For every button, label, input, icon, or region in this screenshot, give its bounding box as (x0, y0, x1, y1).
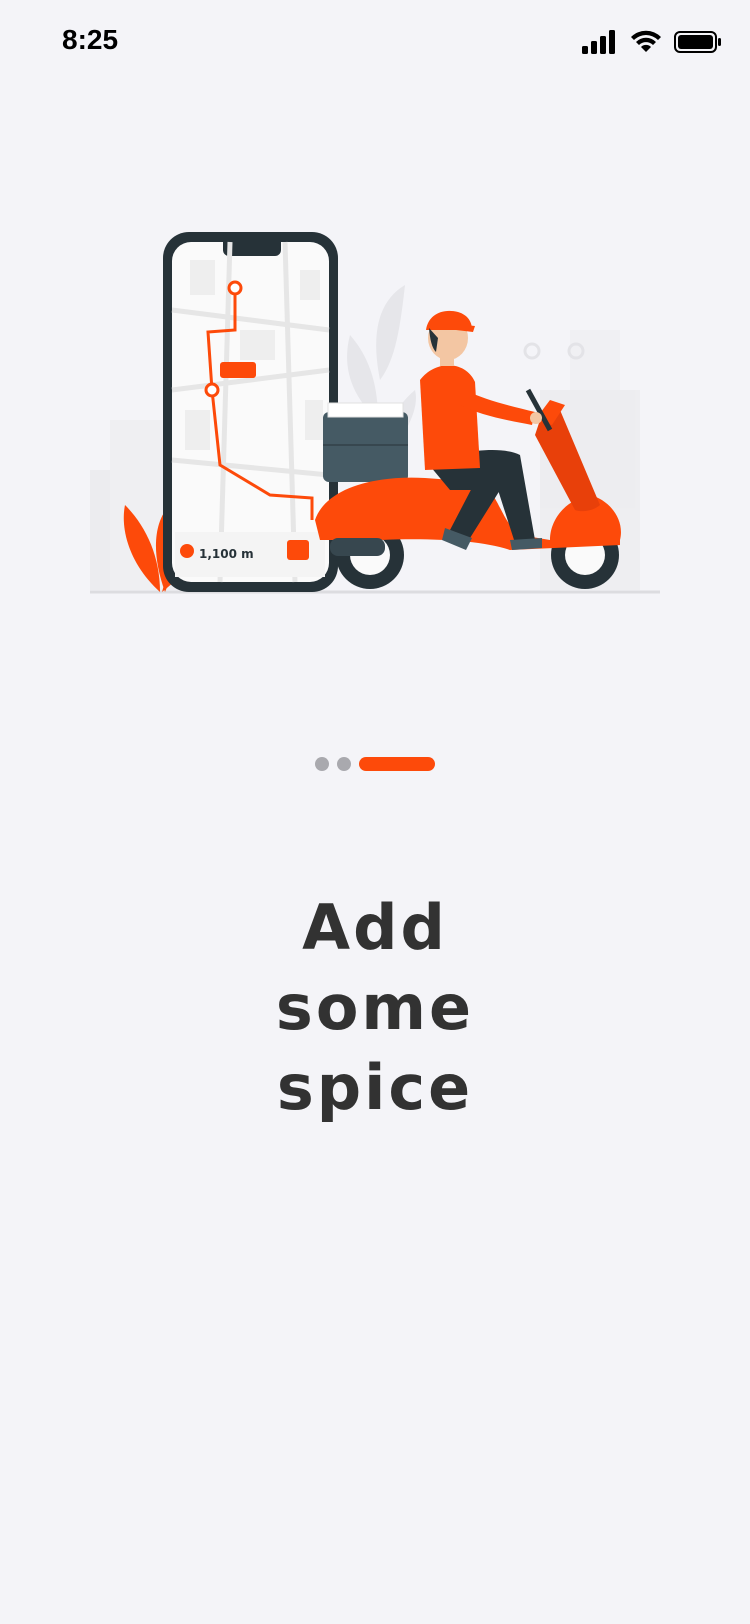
status-icons (582, 30, 722, 54)
page-dot-3-active[interactable] (359, 757, 435, 771)
page-dot-2[interactable] (337, 757, 351, 771)
status-bar: 8:25 (0, 0, 750, 88)
status-time: 8:25 (62, 24, 119, 55)
page-indicator (0, 756, 750, 772)
headline-line-3: spice (276, 1051, 474, 1124)
headline-line-1: Add (302, 891, 448, 964)
cellular-signal-icon (582, 30, 615, 54)
battery-icon (674, 31, 721, 53)
delivery-box (323, 402, 408, 482)
phone: 1,100 m (163, 232, 338, 592)
wifi-icon (631, 30, 661, 52)
page-dot-1[interactable] (315, 757, 329, 771)
delivery-illustration: 1,100 m (90, 232, 660, 594)
headline-line-2: some (275, 971, 475, 1044)
onboarding-headline: Add some spice (0, 888, 750, 1128)
phone-card-value: 1,100 m (199, 547, 254, 561)
